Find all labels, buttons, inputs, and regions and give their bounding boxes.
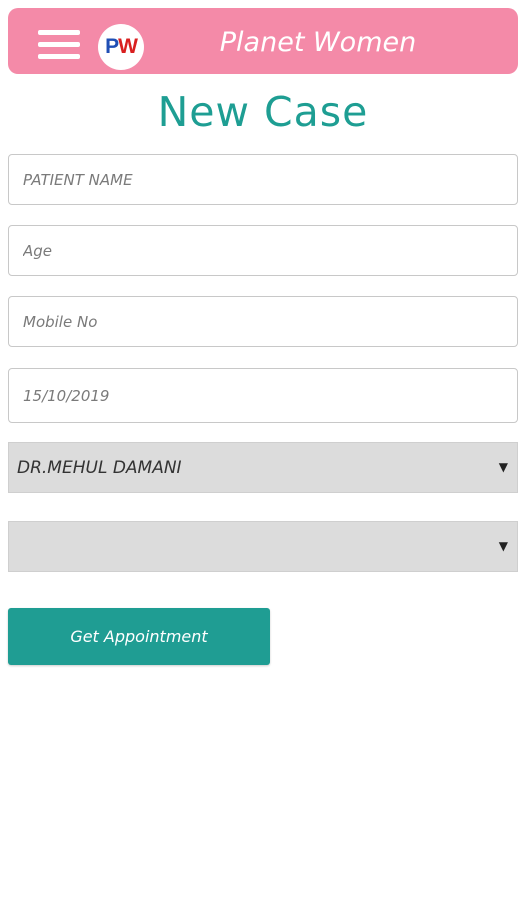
get-appointment-button[interactable]: Get Appointment: [8, 608, 270, 665]
status-bar: [0, 0, 526, 8]
page-title: New Case: [157, 88, 369, 136]
app-logo: PW: [98, 24, 144, 70]
app-title: Planet Women: [219, 27, 417, 58]
mobile-number-input[interactable]: [8, 296, 518, 347]
doctor-select[interactable]: DR.MEHUL DAMANI ▼: [8, 442, 518, 493]
logo-letter-p: P: [105, 35, 119, 58]
app-header: PW Planet Women: [8, 8, 518, 74]
hamburger-menu-icon[interactable]: [38, 30, 80, 64]
patient-name-input[interactable]: [8, 154, 518, 205]
logo-letter-w: W: [118, 35, 138, 58]
dropdown-arrow-icon: ▼: [498, 460, 508, 474]
dropdown-arrow-icon: ▼: [498, 539, 508, 553]
age-input[interactable]: [8, 225, 518, 276]
doctor-select-value: DR.MEHUL DAMANI: [17, 458, 182, 478]
slot-select[interactable]: ▼: [8, 521, 518, 572]
date-input[interactable]: [8, 368, 518, 423]
